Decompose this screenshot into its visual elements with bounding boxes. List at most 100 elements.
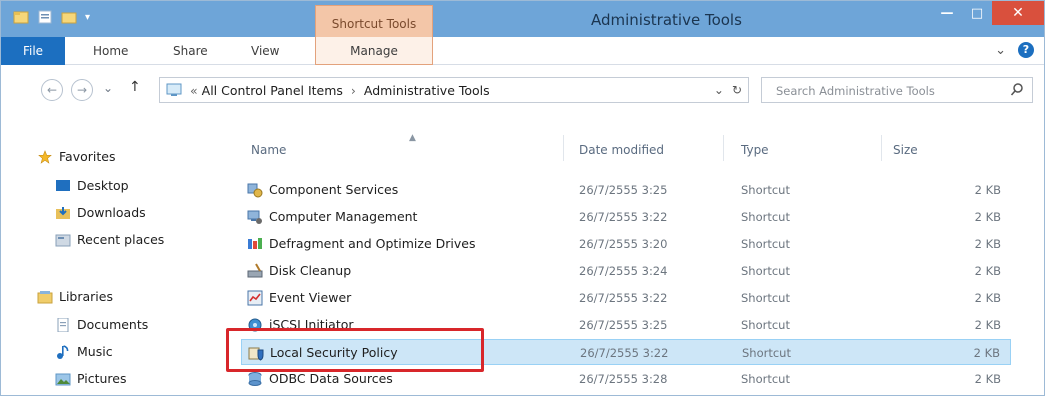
explorer-app-icon[interactable] bbox=[13, 9, 29, 25]
new-folder-icon[interactable] bbox=[61, 9, 77, 25]
file-name: ODBC Data Sources bbox=[269, 371, 393, 386]
breadcrumb-overflow[interactable]: « bbox=[190, 83, 198, 98]
column-divider[interactable] bbox=[563, 135, 564, 161]
file-date: 26/7/2555 3:25 bbox=[579, 183, 668, 197]
properties-icon[interactable] bbox=[37, 9, 53, 25]
disk-cleanup-icon bbox=[247, 263, 263, 278]
file-type: Shortcut bbox=[741, 183, 790, 197]
control-panel-icon bbox=[166, 83, 182, 96]
file-size: 2 KB bbox=[974, 318, 1001, 332]
column-divider[interactable] bbox=[723, 135, 724, 161]
column-divider[interactable] bbox=[881, 135, 882, 161]
nav-desktop-label: Desktop bbox=[77, 178, 129, 193]
expand-ribbon-icon[interactable]: ⌄ bbox=[995, 43, 1006, 58]
table-row[interactable]: Computer Management 26/7/2555 3:22 Short… bbox=[241, 204, 1011, 230]
window-title: Administrative Tools bbox=[591, 11, 742, 29]
documents-icon bbox=[57, 317, 69, 332]
search-icon[interactable] bbox=[1010, 82, 1024, 98]
nav-documents-label: Documents bbox=[77, 317, 149, 332]
nav-favorites[interactable]: Favorites bbox=[37, 149, 115, 164]
back-button[interactable]: ← bbox=[41, 79, 63, 101]
up-button[interactable]: ↑ bbox=[129, 79, 141, 95]
column-header-size[interactable]: Size bbox=[893, 143, 918, 157]
tab-file[interactable]: File bbox=[1, 37, 65, 65]
annotation-highlight-box bbox=[226, 328, 484, 372]
breadcrumb: « All Control Panel Items › Administrati… bbox=[190, 83, 490, 98]
event-viewer-icon bbox=[247, 290, 263, 306]
nav-pictures[interactable]: Pictures bbox=[55, 371, 127, 386]
nav-pictures-label: Pictures bbox=[77, 371, 127, 386]
nav-documents[interactable]: Documents bbox=[55, 317, 148, 332]
address-bar[interactable]: « All Control Panel Items › Administrati… bbox=[159, 77, 749, 103]
table-row[interactable]: Component Services 26/7/2555 3:25 Shortc… bbox=[241, 177, 1011, 203]
file-size: 2 KB bbox=[973, 346, 1000, 360]
column-header-type[interactable]: Type bbox=[741, 143, 769, 157]
nav-recent-places-label: Recent places bbox=[77, 232, 165, 247]
file-size: 2 KB bbox=[974, 264, 1001, 278]
navigation-pane: Favorites Desktop Downloads Recent place… bbox=[1, 125, 233, 395]
file-name: Computer Management bbox=[269, 209, 418, 224]
table-row[interactable]: Event Viewer 26/7/2555 3:22 Shortcut 2 K… bbox=[241, 285, 1011, 311]
tab-view[interactable]: View bbox=[251, 44, 279, 58]
file-name: Defragment and Optimize Drives bbox=[269, 236, 476, 251]
customize-toolbar-icon[interactable]: ▾ bbox=[85, 12, 90, 23]
file-size: 2 KB bbox=[974, 237, 1001, 251]
nav-music[interactable]: Music bbox=[55, 344, 113, 359]
column-header-name[interactable]: Name bbox=[251, 143, 286, 157]
search-placeholder: Search Administrative Tools bbox=[776, 84, 935, 98]
file-date: 26/7/2555 3:22 bbox=[579, 210, 668, 224]
explorer-window: ▾ Shortcut Tools Administrative Tools — … bbox=[0, 0, 1045, 396]
file-date: 26/7/2555 3:28 bbox=[579, 372, 668, 386]
desktop-icon bbox=[56, 179, 70, 191]
nav-music-label: Music bbox=[77, 344, 113, 359]
tab-home[interactable]: Home bbox=[93, 44, 128, 58]
file-type: Shortcut bbox=[741, 318, 790, 332]
nav-libraries[interactable]: Libraries bbox=[37, 289, 113, 304]
nav-recent-places[interactable]: Recent places bbox=[55, 232, 164, 247]
computer-management-icon bbox=[247, 210, 262, 224]
file-name: Disk Cleanup bbox=[269, 263, 352, 278]
maximize-button[interactable]: □ bbox=[962, 1, 992, 25]
file-size: 2 KB bbox=[974, 372, 1001, 386]
component-services-icon bbox=[247, 183, 263, 198]
column-header-date-modified[interactable]: Date modified bbox=[579, 143, 664, 157]
breadcrumb-separator[interactable]: › bbox=[351, 83, 356, 98]
ribbon-tabs: File Home Share View Manage ⌄ ? bbox=[1, 37, 1044, 65]
help-icon[interactable]: ? bbox=[1018, 42, 1034, 58]
table-row[interactable]: Disk Cleanup 26/7/2555 3:24 Shortcut 2 K… bbox=[241, 258, 1011, 284]
nav-downloads-label: Downloads bbox=[77, 205, 146, 220]
file-type: Shortcut bbox=[741, 372, 790, 386]
nav-libraries-label: Libraries bbox=[59, 289, 113, 304]
breadcrumb-all-control-panel-items[interactable]: All Control Panel Items bbox=[202, 83, 343, 98]
minimize-button[interactable]: — bbox=[932, 1, 962, 25]
file-type: Shortcut bbox=[741, 237, 790, 251]
refresh-icon[interactable]: ↻ bbox=[732, 83, 742, 97]
file-type: Shortcut bbox=[742, 346, 791, 360]
star-icon bbox=[38, 149, 52, 164]
nav-downloads[interactable]: Downloads bbox=[55, 205, 146, 220]
quick-access-toolbar: ▾ bbox=[13, 9, 90, 25]
recent-locations-icon[interactable]: ⌄ bbox=[103, 81, 113, 95]
file-date: 26/7/2555 3:22 bbox=[579, 291, 668, 305]
title-bar: ▾ Shortcut Tools Administrative Tools — … bbox=[1, 1, 1044, 37]
pictures-icon bbox=[55, 373, 71, 385]
nav-favorites-label: Favorites bbox=[59, 149, 116, 164]
downloads-icon bbox=[56, 206, 70, 219]
tab-manage[interactable]: Manage bbox=[315, 37, 433, 65]
address-dropdown-icon[interactable]: ⌄ bbox=[714, 83, 724, 97]
navigation-bar: ← → ⌄ ↑ « All Control Panel Items › Admi… bbox=[1, 65, 1044, 117]
forward-button[interactable]: → bbox=[71, 79, 93, 101]
table-row[interactable]: Defragment and Optimize Drives 26/7/2555… bbox=[241, 231, 1011, 257]
file-type: Shortcut bbox=[741, 291, 790, 305]
file-size: 2 KB bbox=[974, 291, 1001, 305]
search-box[interactable]: Search Administrative Tools bbox=[761, 77, 1033, 103]
file-type: Shortcut bbox=[741, 210, 790, 224]
shortcut-tools-context-group: Shortcut Tools bbox=[315, 5, 433, 37]
file-size: 2 KB bbox=[974, 183, 1001, 197]
file-date: 26/7/2555 3:22 bbox=[580, 346, 669, 360]
nav-desktop[interactable]: Desktop bbox=[55, 178, 129, 193]
close-button[interactable]: ✕ bbox=[992, 1, 1044, 25]
tab-share[interactable]: Share bbox=[173, 44, 208, 58]
breadcrumb-administrative-tools[interactable]: Administrative Tools bbox=[364, 83, 490, 98]
odbc-icon bbox=[248, 372, 262, 386]
